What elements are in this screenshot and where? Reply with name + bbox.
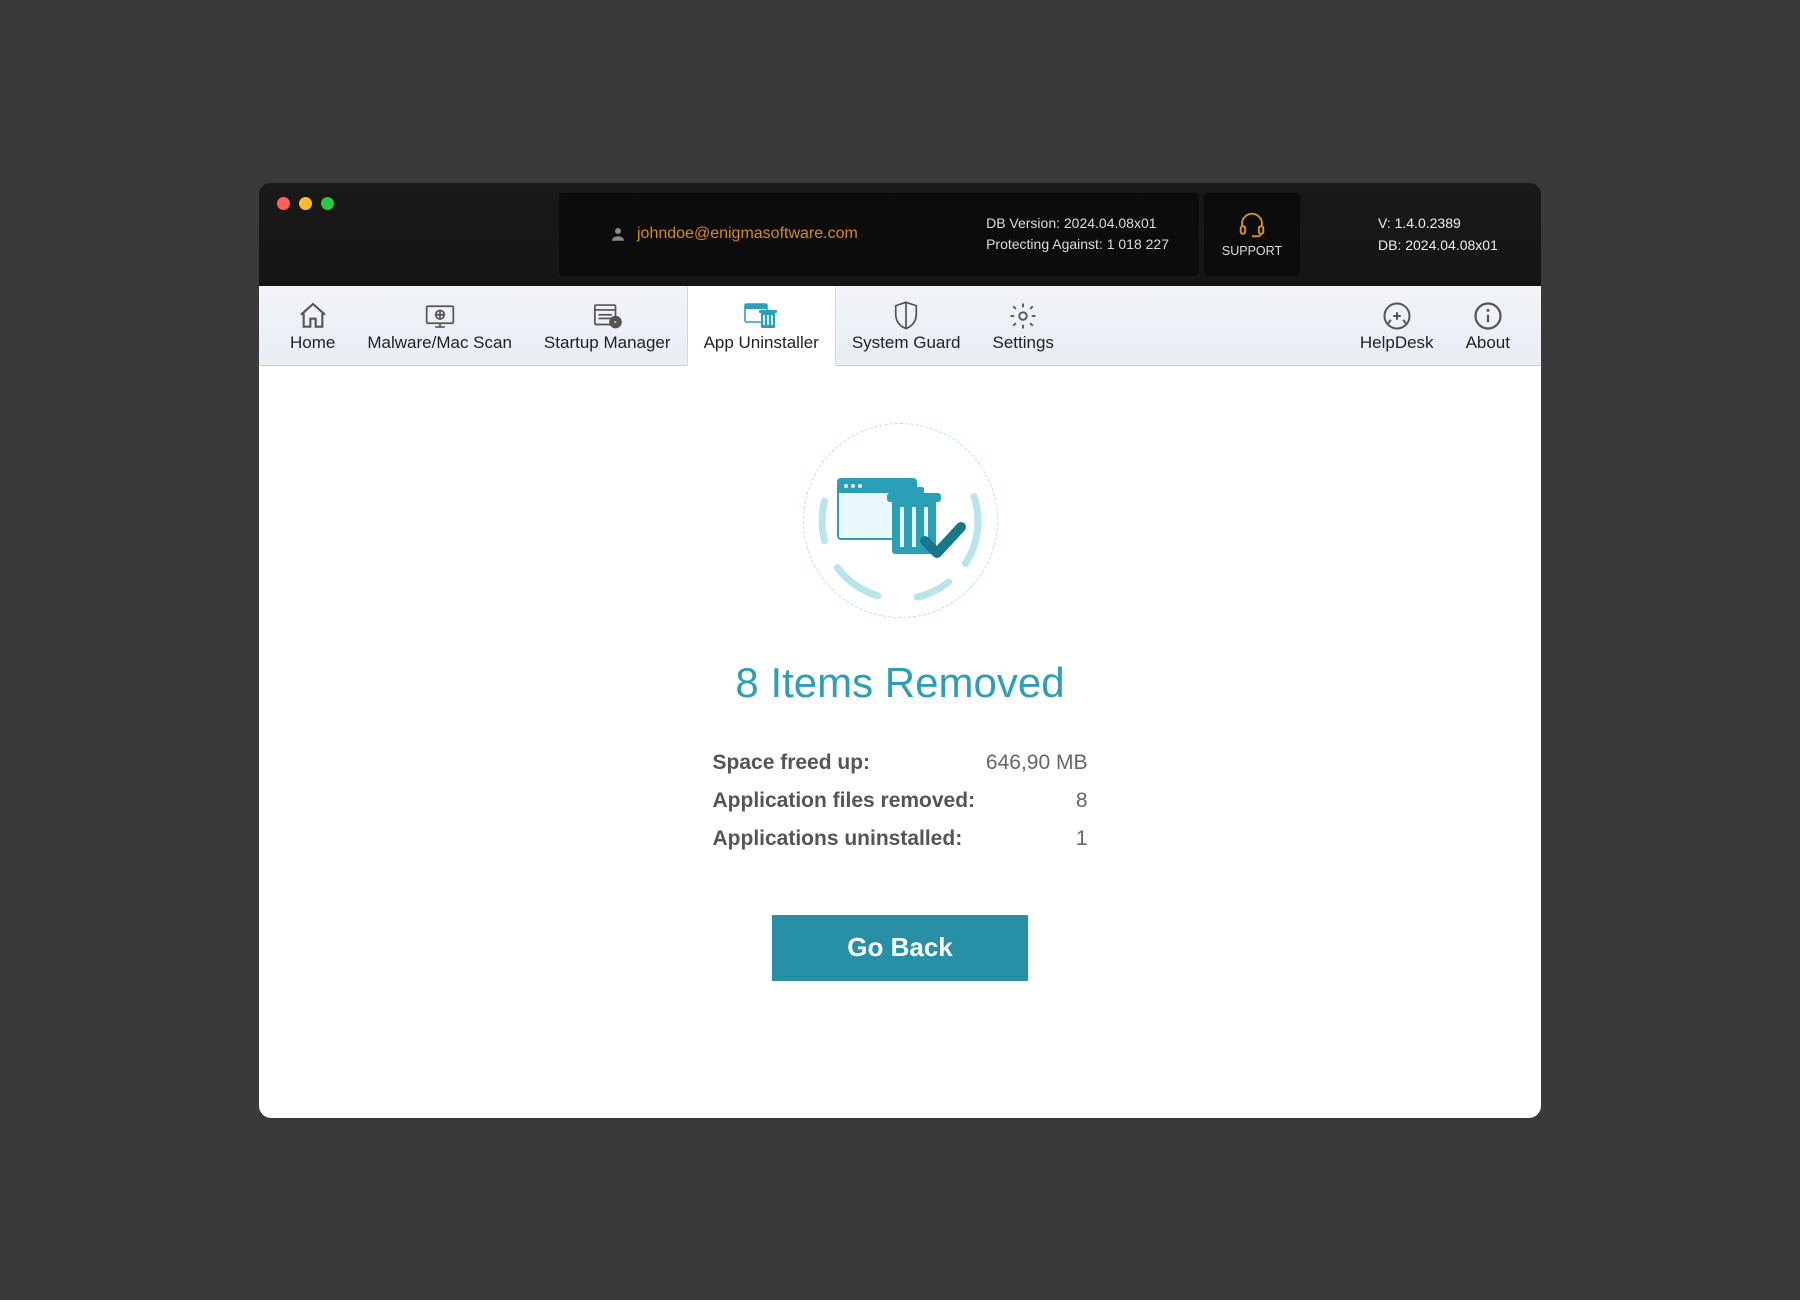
home-icon [297, 299, 329, 333]
result-headline: 8 Items Removed [735, 659, 1064, 707]
tab-home-label: Home [290, 333, 335, 353]
space-freed-label: Space freed up: [713, 751, 871, 775]
support-label: SUPPORT [1222, 244, 1282, 258]
support-headset-icon [1237, 210, 1267, 240]
minimize-window-button[interactable] [299, 197, 312, 210]
tab-scan-label: Malware/Mac Scan [367, 333, 512, 353]
db-version: DB: 2024.04.08x01 [1378, 234, 1498, 256]
files-removed-label: Application files removed: [713, 789, 976, 813]
tab-about-label: About [1466, 333, 1510, 353]
tab-settings-label: Settings [993, 333, 1054, 353]
close-window-button[interactable] [277, 197, 290, 210]
tab-helpdesk[interactable]: HelpDesk [1344, 286, 1450, 365]
main-content: 8 Items Removed Space freed up: 646,90 M… [259, 366, 1541, 1118]
window-controls [259, 183, 559, 210]
tab-about[interactable]: About [1450, 286, 1526, 365]
go-back-button[interactable]: Go Back [772, 915, 1028, 981]
startup-icon [590, 299, 624, 333]
apps-uninstalled-label: Applications uninstalled: [713, 827, 963, 851]
maximize-window-button[interactable] [321, 197, 334, 210]
account-info-panel: johndoe@enigmasoftware.com DB Version: 2… [559, 193, 1199, 276]
tab-startup-label: Startup Manager [544, 333, 671, 353]
tab-system-guard[interactable]: System Guard [836, 286, 977, 365]
uninstall-icon [741, 299, 781, 333]
tab-home[interactable]: Home [274, 286, 351, 365]
tab-guard-label: System Guard [852, 333, 961, 353]
user-icon [609, 225, 627, 243]
protecting-against-label: Protecting Against: 1 018 227 [986, 234, 1169, 255]
app-version: V: 1.4.0.2389 [1378, 212, 1461, 234]
user-email: johndoe@enigmasoftware.com [637, 225, 858, 243]
shield-icon [892, 299, 920, 333]
version-block: V: 1.4.0.2389 DB: 2024.04.08x01 [1300, 183, 1541, 286]
info-icon [1473, 299, 1503, 333]
scan-icon [423, 299, 457, 333]
tab-app-uninstaller[interactable]: App Uninstaller [687, 286, 836, 366]
main-toolbar: Home Malware/Mac Scan Startup Manager [259, 286, 1541, 366]
tab-scan[interactable]: Malware/Mac Scan [351, 286, 528, 365]
helpdesk-icon [1382, 299, 1412, 333]
titlebar: SpyHunter® FOR Mac® johndoe@enigmasoftwa… [259, 183, 1541, 286]
db-version-label: DB Version: 2024.04.08x01 [986, 213, 1169, 234]
tab-helpdesk-label: HelpDesk [1360, 333, 1434, 353]
result-stats: Space freed up: 646,90 MB Application fi… [713, 751, 1088, 865]
space-freed-value: 646,90 MB [986, 751, 1088, 775]
tab-settings[interactable]: Settings [977, 286, 1070, 365]
files-removed-value: 8 [1076, 789, 1088, 813]
support-button[interactable]: SUPPORT [1204, 193, 1300, 276]
result-graphic [800, 421, 1000, 621]
app-window: SpyHunter® FOR Mac® johndoe@enigmasoftwa… [259, 183, 1541, 1118]
gear-icon [1008, 299, 1038, 333]
tab-startup[interactable]: Startup Manager [528, 286, 687, 365]
apps-uninstalled-value: 1 [1076, 827, 1088, 851]
tab-uninstall-label: App Uninstaller [704, 333, 819, 353]
